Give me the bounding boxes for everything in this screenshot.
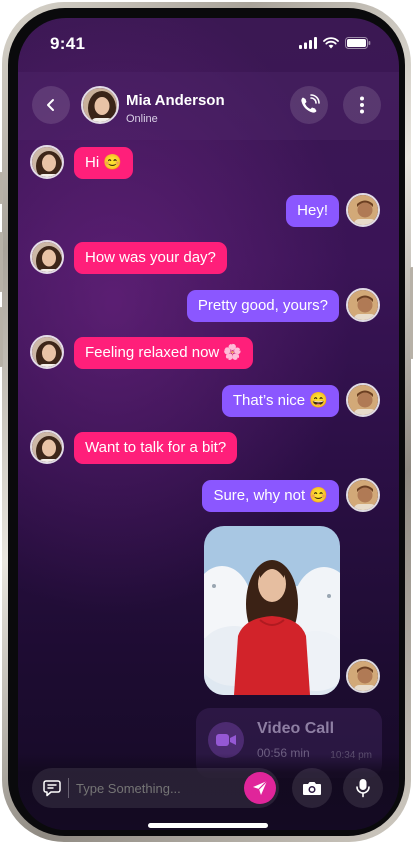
my-avatar	[346, 383, 380, 417]
video-call-icon-wrap	[208, 722, 244, 758]
sender-avatar	[30, 145, 64, 179]
send-icon	[253, 780, 268, 795]
composer-bar	[18, 754, 399, 830]
send-button[interactable]	[244, 772, 276, 804]
back-button[interactable]	[32, 86, 70, 124]
message-bubble-outgoing[interactable]: That’s nice 😄	[221, 385, 339, 417]
photo-message[interactable]	[204, 526, 340, 695]
bezel: 9:41 Mia Anderson Online Hi 😊 Hey! How w…	[8, 8, 405, 836]
home-indicator[interactable]	[148, 823, 268, 828]
battery-icon	[345, 37, 371, 49]
volume-down-button	[0, 307, 3, 367]
my-avatar	[346, 659, 380, 693]
more-button[interactable]	[343, 86, 381, 124]
wifi-icon	[323, 37, 339, 49]
my-avatar	[346, 193, 380, 227]
message-bubble-incoming[interactable]: Feeling relaxed now 🌸	[74, 337, 254, 369]
my-avatar	[346, 288, 380, 322]
message-bubble-incoming[interactable]: Hi 😊	[74, 147, 134, 179]
message-bubble-outgoing[interactable]: Pretty good, yours?	[186, 290, 339, 322]
back-icon	[47, 99, 54, 111]
phone-frame: 9:41 Mia Anderson Online Hi 😊 Hey! How w…	[0, 2, 413, 842]
video-call-title: Video Call	[257, 720, 335, 737]
signal-icon	[299, 37, 317, 49]
message-bubble-incoming[interactable]: How was your day?	[74, 242, 227, 274]
call-button[interactable]	[290, 86, 328, 124]
message-input[interactable]	[76, 776, 236, 800]
status-icons	[299, 37, 371, 49]
more-vertical-icon	[360, 96, 364, 114]
divider	[68, 778, 69, 798]
microphone-button[interactable]	[343, 768, 383, 808]
message-input-field[interactable]	[32, 768, 279, 808]
contact-avatar[interactable]	[81, 86, 119, 124]
volume-up-button	[0, 232, 3, 292]
camera-icon	[303, 782, 321, 795]
message-bubble-incoming[interactable]: Want to talk for a bit?	[74, 432, 238, 464]
contact-status: Online	[126, 113, 158, 125]
message-bubble-outgoing[interactable]: Sure, why not 😊	[202, 480, 339, 512]
screen: 9:41 Mia Anderson Online Hi 😊 Hey! How w…	[18, 18, 399, 830]
video-icon	[216, 734, 236, 746]
camera-button[interactable]	[292, 768, 332, 808]
sender-avatar	[30, 240, 64, 274]
status-time: 9:41	[50, 34, 86, 53]
sender-avatar	[30, 335, 64, 369]
my-avatar	[346, 478, 380, 512]
microphone-icon	[356, 779, 370, 798]
mute-switch	[0, 172, 3, 204]
sender-avatar	[30, 430, 64, 464]
message-bubble-outgoing[interactable]: Hey!	[286, 195, 339, 227]
status-bar: 9:41	[18, 18, 399, 68]
chat-header: Mia Anderson Online	[18, 72, 399, 140]
phone-call-icon	[301, 94, 320, 113]
message-icon[interactable]	[43, 779, 61, 797]
contact-name[interactable]: Mia Anderson	[126, 92, 225, 109]
